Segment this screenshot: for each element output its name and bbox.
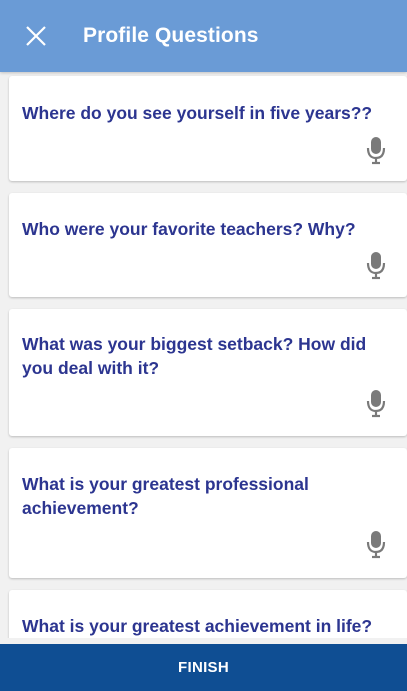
question-list[interactable]: Where do you see yourself in five years?… — [0, 72, 407, 638]
question-text: Who were your favorite teachers? Why? — [22, 219, 356, 239]
question-card[interactable]: What is your greatest professional achie… — [9, 448, 407, 578]
question-card[interactable]: Who were your favorite teachers? Why? — [9, 193, 407, 297]
microphone-icon[interactable] — [366, 251, 386, 281]
microphone-icon[interactable] — [366, 136, 386, 166]
finish-button[interactable]: FINISH — [0, 644, 407, 691]
microphone-icon[interactable] — [366, 389, 386, 419]
close-button[interactable] — [17, 17, 55, 55]
question-text: What is your greatest achievement in lif… — [22, 616, 373, 636]
microphone-icon[interactable] — [366, 530, 386, 560]
question-text: Where do you see yourself in five years?… — [22, 103, 373, 123]
question-card[interactable]: Where do you see yourself in five years?… — [9, 76, 407, 181]
question-text: What is your greatest professional achie… — [22, 474, 309, 518]
profile-questions-screen: Profile Questions Where do you see yours… — [0, 0, 407, 691]
page-title: Profile Questions — [83, 24, 259, 47]
app-bar: Profile Questions — [0, 0, 407, 72]
close-icon — [26, 26, 46, 46]
question-text: What was your biggest setback? How did y… — [22, 334, 367, 378]
question-card[interactable]: What was your biggest setback? How did y… — [9, 309, 407, 436]
question-card[interactable]: What is your greatest achievement in lif… — [9, 590, 407, 638]
